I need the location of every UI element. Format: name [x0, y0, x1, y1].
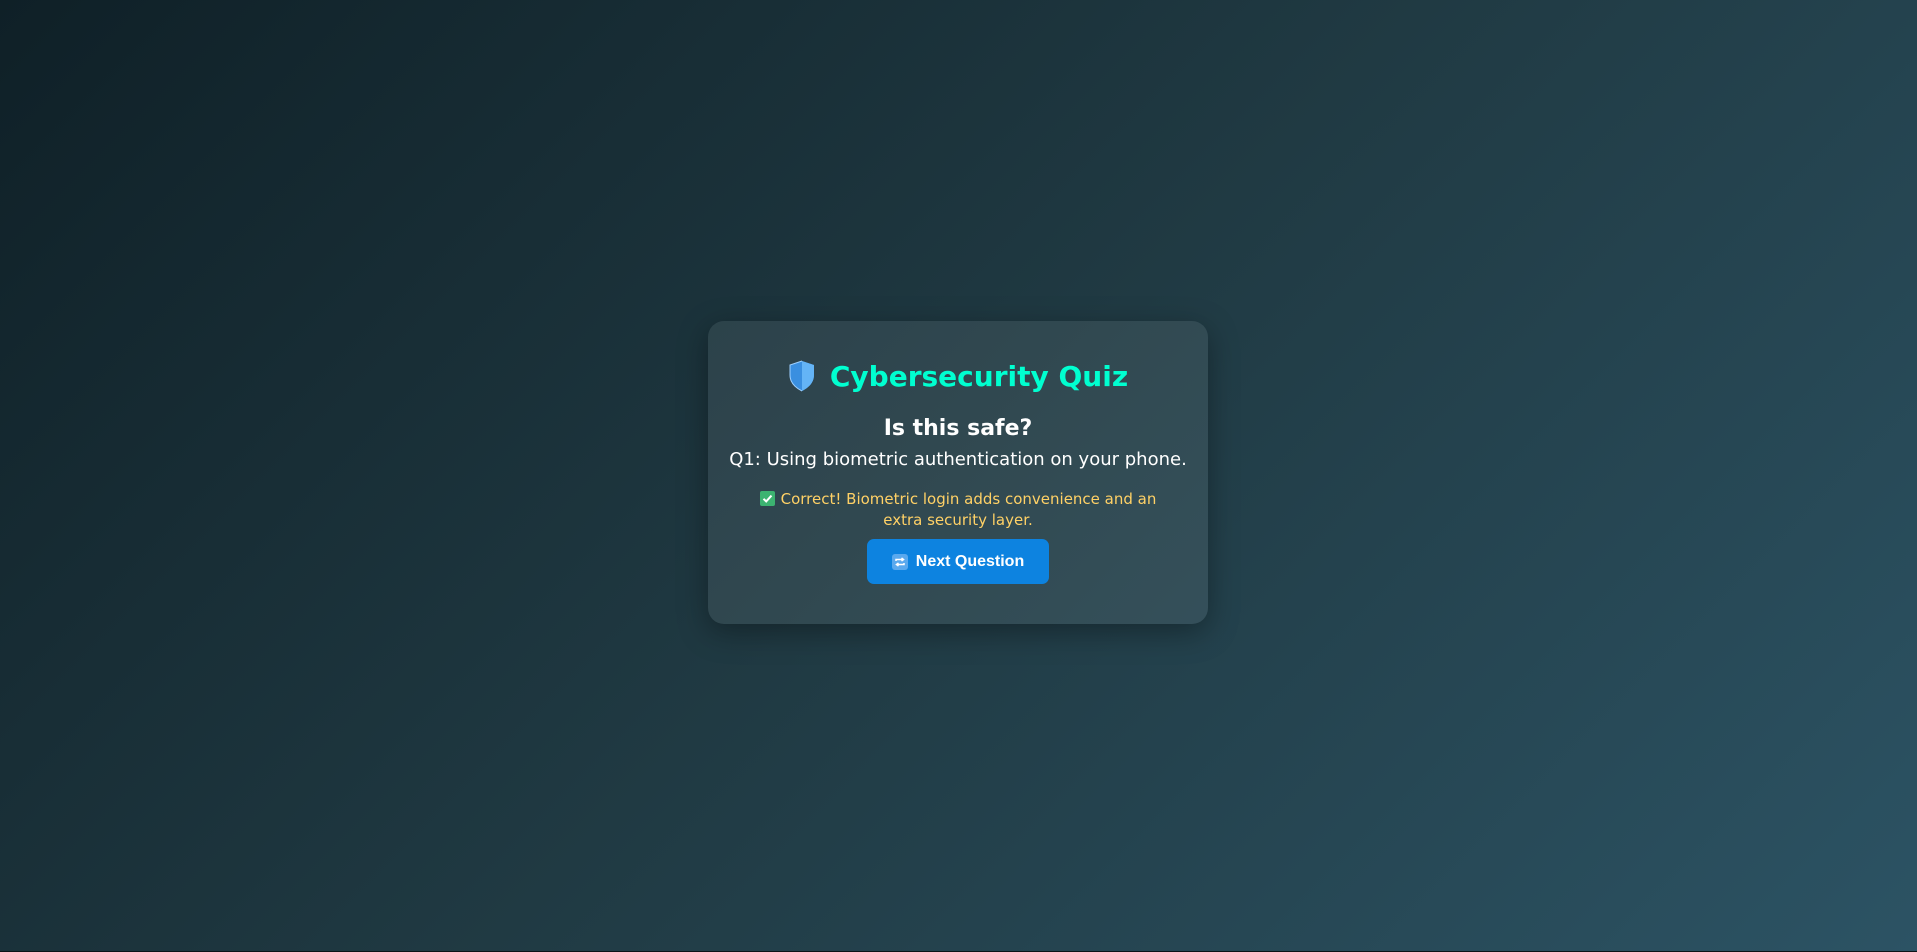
next-question-button[interactable]: Next Question — [867, 539, 1049, 584]
shield-icon — [788, 360, 816, 392]
check-mark-icon — [759, 491, 775, 506]
quiz-card: Cybersecurity Quiz Is this safe? Q1: Usi… — [708, 321, 1208, 624]
quiz-title: Cybersecurity Quiz — [829, 359, 1129, 393]
question-heading: Is this safe? — [883, 416, 1033, 441]
next-question-label: Next Question — [915, 552, 1025, 570]
repeat-icon — [891, 553, 908, 570]
quiz-header: Cybersecurity Quiz — [708, 356, 1208, 396]
question-text: Q1: Using biometric authentication on yo… — [729, 449, 1187, 470]
answer-feedback: Correct! Biometric login adds convenienc… — [748, 489, 1168, 531]
feedback-text: Correct! Biometric login adds convenienc… — [780, 490, 1157, 529]
